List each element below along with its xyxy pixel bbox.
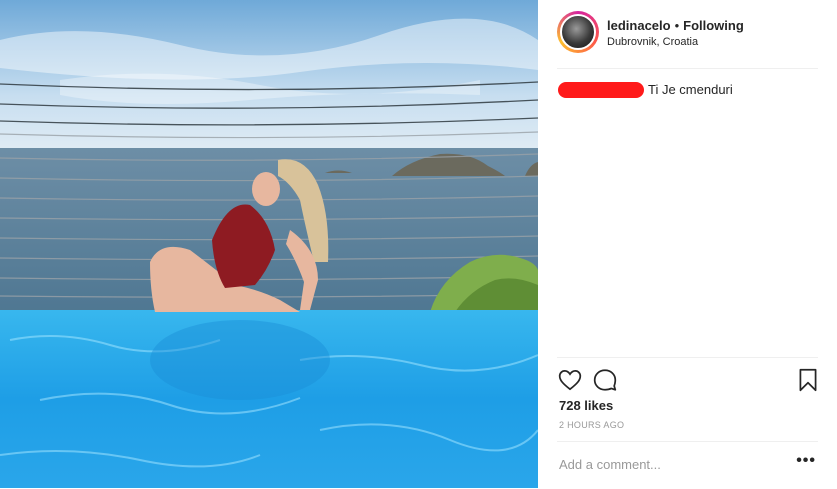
photo-illustration (0, 0, 538, 488)
heart-outline-icon[interactable] (557, 367, 583, 393)
instagram-post: ledinacelo • Following Dubrovnik, Croatia … (0, 0, 837, 488)
bookmark-icon[interactable] (795, 367, 821, 393)
more-options-icon[interactable]: ••• (796, 452, 816, 470)
redacted-username (558, 81, 644, 98)
add-comment-row: ••• (557, 441, 818, 489)
likes-count[interactable]: 728 likes (559, 398, 613, 413)
add-comment-input[interactable] (559, 454, 774, 474)
speech-bubble-icon[interactable] (592, 367, 618, 393)
post-header: ledinacelo • Following Dubrovnik, Croatia (557, 11, 818, 69)
username-link[interactable]: ledinacelo (607, 18, 671, 33)
avatar-image (560, 14, 596, 50)
separator-dot: • (674, 18, 680, 33)
post-side-panel: ledinacelo • Following Dubrovnik, Croatia … (538, 0, 837, 488)
user-line: ledinacelo • Following (607, 18, 744, 33)
avatar[interactable] (557, 11, 599, 53)
comment-row: Ti Je cmenduri (558, 81, 818, 98)
location-link[interactable]: Dubrovnik, Croatia (607, 36, 698, 48)
comment-text: Ti Je cmenduri (648, 82, 733, 98)
post-photo[interactable] (0, 0, 538, 488)
following-button[interactable]: Following (683, 18, 744, 33)
action-bar (557, 357, 818, 392)
post-timestamp[interactable]: 2 HOURS AGO (559, 420, 624, 430)
